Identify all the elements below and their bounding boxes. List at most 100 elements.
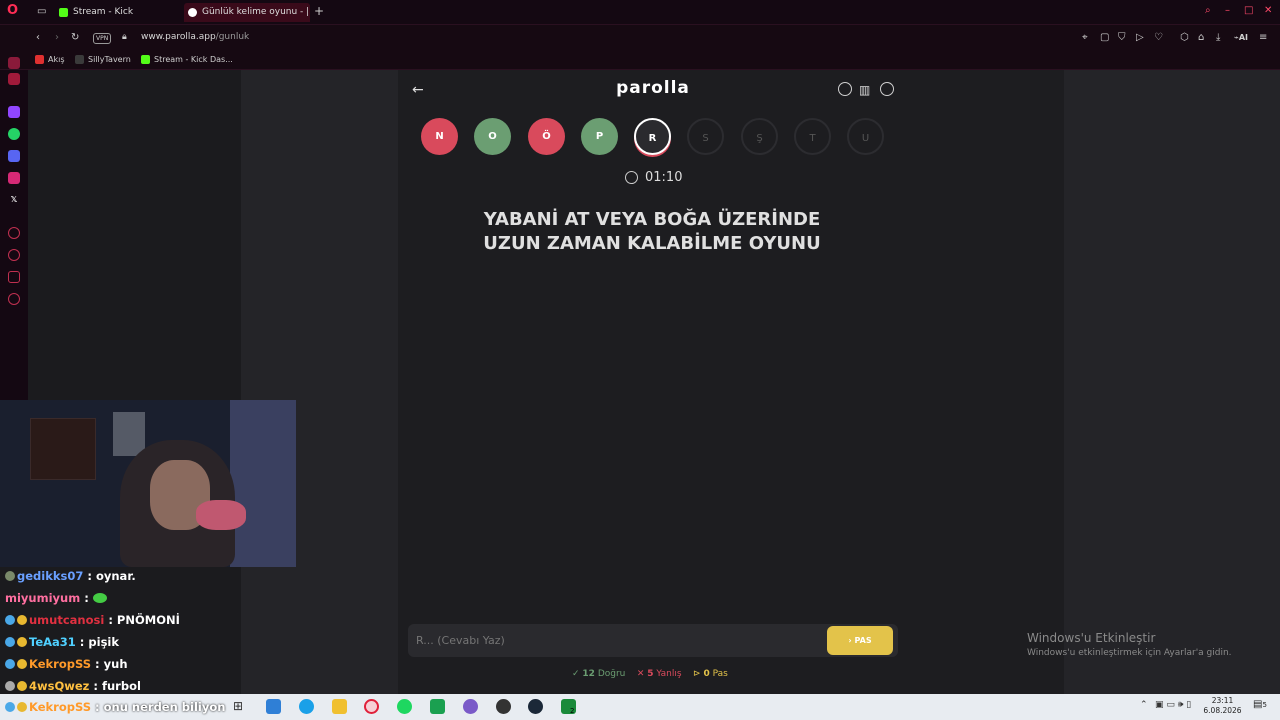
extensions-icon[interactable]: ⬡ — [1180, 32, 1189, 44]
letter-circle-o: O — [474, 118, 511, 155]
vpn-badge[interactable]: VPN — [93, 33, 112, 44]
badge-icon — [17, 702, 27, 712]
opera-logo-icon[interactable]: O — [7, 4, 18, 17]
tray-icons[interactable]: ▣ ▭ 🕪︎ ▯ — [1155, 700, 1191, 710]
new-tab-button[interactable]: + — [314, 5, 324, 17]
notifications-icon[interactable]: ▤5 — [1253, 699, 1267, 710]
chat-overlay: gedikks07 : oynar. miyumiyum : umutcanos… — [0, 567, 241, 694]
letter-circle-r-active: R — [634, 118, 671, 155]
maximize-button[interactable]: □ — [1244, 5, 1253, 17]
cross-icon: ✕ — [636, 669, 645, 679]
stats-icon[interactable]: ▥ — [859, 83, 870, 97]
pass-button[interactable]: › PAS — [827, 626, 893, 655]
download-icon[interactable]: ⤓ — [1216, 32, 1220, 44]
plush-toy — [196, 500, 246, 530]
badge-icon — [5, 702, 15, 712]
settings-icon[interactable] — [8, 293, 20, 305]
minimize-button[interactable]: – — [1225, 5, 1230, 17]
file-explorer-icon[interactable] — [332, 699, 347, 714]
question-text: YABANİ AT VEYA BOĞA ÜZERİNDE UZUN ZAMAN … — [483, 209, 821, 254]
letter-circle-n: N — [421, 118, 458, 155]
chat-message: miyumiyum : — [5, 591, 109, 605]
profile-icon[interactable] — [880, 82, 894, 96]
workspaces-icon[interactable]: ▭ — [37, 6, 46, 18]
page-gutter-right — [1064, 70, 1280, 694]
emote-icon — [92, 593, 107, 603]
play-icon[interactable]: ▷ — [1136, 32, 1144, 44]
url-field[interactable]: www.parolla.app/gunluk — [141, 32, 249, 42]
xbox-icon[interactable]: 2 — [561, 699, 576, 715]
tab-kick-dashboard[interactable]: Stream - Kick Dashboard — [55, 3, 183, 36]
badge-icon — [17, 659, 27, 669]
check-icon: ✓ — [572, 669, 580, 679]
letter-circle-p: P — [581, 118, 618, 155]
shield-icon[interactable]: ⛉ — [1118, 32, 1126, 44]
player-icon[interactable] — [8, 271, 20, 283]
back-icon[interactable]: ‹ — [36, 32, 40, 44]
reload-icon[interactable]: ↻ — [71, 32, 79, 44]
timer: 01:10 — [645, 170, 683, 185]
news-icon[interactable] — [8, 73, 20, 85]
letter-circle-s-cedilla: Ş — [741, 118, 778, 155]
activation-title: Windows'u Etkinleştir — [1027, 631, 1156, 645]
parolla-icon — [188, 8, 197, 17]
spotify-icon[interactable] — [397, 699, 412, 714]
sillytavern-icon — [75, 55, 84, 64]
instagram-icon[interactable] — [8, 172, 20, 184]
chat-message: KekropSS : yuh — [5, 657, 128, 671]
discord-app-icon[interactable] — [463, 699, 478, 714]
letter-circle-t: T — [794, 118, 831, 155]
chat-message: gedikks07 : oynar. — [5, 569, 136, 583]
twitch-icon[interactable] — [8, 106, 20, 118]
aria-icon[interactable] — [8, 57, 20, 69]
bookmark-kick[interactable]: Stream - Kick Das... — [141, 54, 233, 66]
address-bar: ‹ › ↻ VPN 🔒︎ www.parolla.app/gunluk ⌖ ▢ … — [0, 25, 1280, 51]
steam-icon[interactable] — [528, 699, 543, 714]
info-icon[interactable] — [838, 82, 852, 96]
tray-chevron-icon[interactable]: ⌃ — [1140, 700, 1148, 710]
kick-studio-icon[interactable] — [430, 699, 445, 714]
obs-icon[interactable] — [496, 699, 511, 714]
skip-icon: ⊳ — [693, 669, 701, 679]
ai-button[interactable]: ⌁AI — [1234, 32, 1248, 44]
chat-message: 4wsQwez : furbol — [5, 679, 141, 693]
snapshot-icon[interactable]: ▢ — [1100, 32, 1109, 44]
window-blinds — [230, 400, 296, 567]
menu-icon[interactable]: ≡ — [1259, 32, 1267, 44]
badge-icon — [5, 681, 15, 691]
clock[interactable]: 23:11 6.08.2026 — [1200, 696, 1245, 716]
edge-icon[interactable] — [299, 699, 314, 714]
x-icon[interactable]: 𝕏 — [8, 194, 20, 206]
poster-frame — [30, 418, 96, 480]
history-icon[interactable] — [8, 249, 20, 261]
search-icon[interactable]: ⌕ — [1205, 5, 1211, 17]
lock-icon[interactable]: 🔒︎ — [122, 31, 127, 43]
pin-icon[interactable]: ⌖ — [1082, 32, 1088, 44]
badge-icon — [5, 571, 15, 581]
heart-icon[interactable]: ♡ — [1154, 32, 1163, 44]
kick-icon — [141, 55, 150, 64]
status-icon[interactable] — [8, 227, 20, 239]
chat-message: umutcanosi : PNÖMONİ — [5, 613, 180, 627]
answer-input[interactable] — [416, 630, 816, 650]
bookmark-sillytavern[interactable]: SillyTavern — [75, 54, 131, 66]
page-background-left — [28, 70, 241, 400]
letter-circle-u: U — [847, 118, 884, 155]
tab-parolla[interactable]: Günlük kelime oyunu - | — [184, 3, 310, 22]
discord-icon[interactable] — [8, 150, 20, 162]
badge-icon — [5, 637, 15, 647]
badge-icon — [5, 659, 15, 669]
wallet-icon[interactable]: ⌂ — [1198, 32, 1204, 44]
task-view-icon[interactable]: ⊞ — [233, 699, 248, 714]
forward-icon[interactable]: › — [55, 32, 59, 44]
app-icon[interactable] — [266, 699, 281, 714]
activation-subtitle: Windows'u etkinleştirmek için Ayarlar'a … — [1027, 648, 1232, 658]
bookmark-akis[interactable]: Akış — [35, 54, 65, 66]
photo-frame — [113, 412, 145, 456]
back-arrow-icon[interactable]: ← — [412, 82, 424, 98]
close-button[interactable]: ✕ — [1264, 5, 1272, 17]
badge-icon — [17, 637, 27, 647]
akis-icon — [35, 55, 44, 64]
whatsapp-icon[interactable] — [8, 128, 20, 140]
opera-icon[interactable] — [364, 699, 379, 714]
